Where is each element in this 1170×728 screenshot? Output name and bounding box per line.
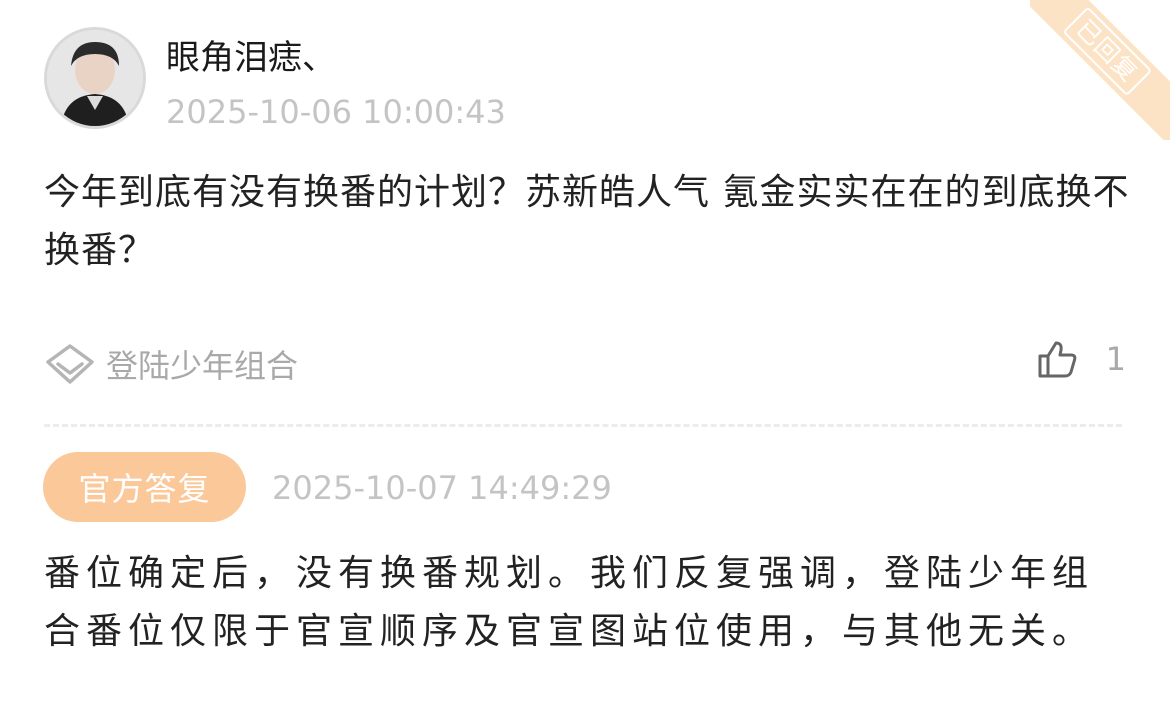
official-reply-badge: 官方答复: [43, 452, 246, 522]
thumbs-up-icon: [1038, 341, 1076, 378]
post-timestamp: 2025-10-06 10:00:43: [166, 93, 506, 131]
answer-text: 番位确定后，没有换番规划。我们反复强调，登陆少年组合番位仅限于官宣顺序及官宣图站…: [44, 553, 1095, 652]
avatar-image: [47, 30, 143, 126]
avatar[interactable]: [44, 27, 146, 129]
diamond-icon: [46, 344, 94, 384]
question-text: 今年到底有没有换番的计划？苏新皓人气 氪金实实在在的到底换不换番？: [44, 172, 1130, 271]
qa-card: 已回复 眼角泪痣、 2025-10-06 10:00:43 今年到底有没有换番的…: [0, 0, 1170, 728]
username[interactable]: 眼角泪痣、: [166, 34, 336, 82]
group-tag-label: 登陆少年组合: [106, 347, 299, 385]
like-count: 1: [1105, 340, 1126, 378]
divider: [44, 424, 1122, 427]
replied-stamp: 已回复: [1062, 6, 1152, 96]
like-button[interactable]: 1: [1036, 334, 1126, 384]
group-tag[interactable]: 登陆少年组合: [44, 340, 298, 388]
ribbon-band: 已回复: [1030, 0, 1170, 140]
status-ribbon: 已回复: [1030, 0, 1170, 140]
reply-timestamp: 2025-10-07 14:49:29: [272, 469, 612, 507]
